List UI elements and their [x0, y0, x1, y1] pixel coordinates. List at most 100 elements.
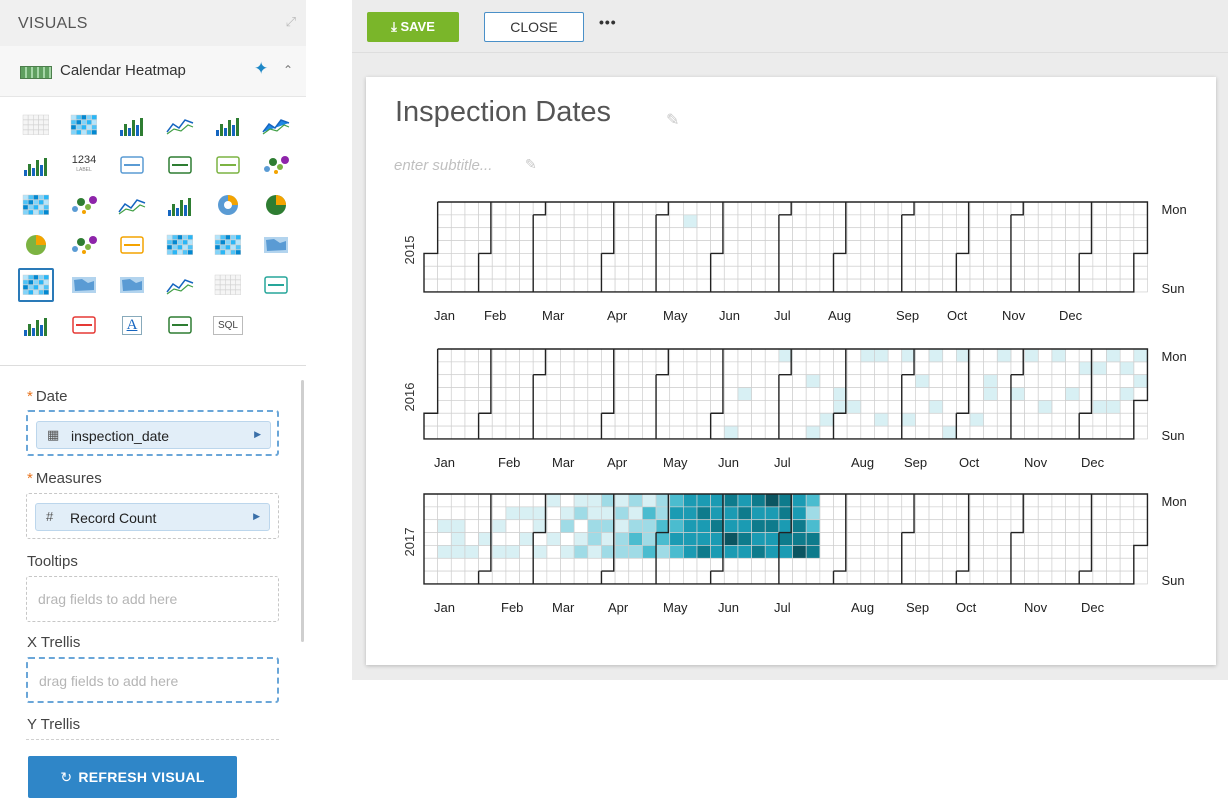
save-button[interactable]: ⤓ SAVE — [367, 12, 459, 42]
heat-cell-2017-w16-d0[interactable] — [642, 493, 657, 508]
heat-cell-2017-w27-d0[interactable] — [792, 493, 807, 508]
map-marker-icon[interactable] — [258, 228, 294, 262]
heat-cell-2017-w28-d4[interactable] — [805, 545, 821, 559]
close-button[interactable]: CLOSE — [484, 12, 584, 42]
refresh-visual-button[interactable]: ↻ REFRESH VISUAL — [28, 756, 237, 798]
heat-cell-2016-w38-d6[interactable] — [942, 425, 957, 440]
heat-cell-2017-w18-d4[interactable] — [669, 545, 684, 559]
heat-cell-2017-w24-d1[interactable] — [751, 506, 766, 521]
table-icon[interactable] — [18, 108, 54, 142]
heat-cell-2016-w52-d0[interactable] — [1133, 348, 1148, 363]
heat-cell-2017-w20-d2[interactable] — [696, 519, 711, 533]
heat-cell-2017-w14-d3[interactable] — [614, 532, 630, 546]
heat-cell-2017-w17-d4[interactable] — [655, 545, 671, 559]
measures-shelf[interactable]: # Record Count ▶ — [26, 493, 279, 539]
heat-cell-2017-w28-d0[interactable] — [805, 493, 821, 508]
heat-cell-2017-w19-d3[interactable] — [683, 532, 698, 546]
heat-cell-2017-w22-d0[interactable] — [723, 493, 739, 508]
donut-icon[interactable] — [210, 188, 246, 222]
heat-cell-2017-w23-d2[interactable] — [737, 519, 752, 533]
kpi-icon[interactable]: 1234 LABEL — [66, 148, 102, 182]
heat-cell-2016-w49-d4[interactable] — [1092, 400, 1107, 414]
heat-cell-2017-w7-d1[interactable] — [519, 506, 534, 521]
heat-cell-2016-w29-d5[interactable] — [819, 412, 834, 427]
packed-bubbles-icon[interactable] — [258, 148, 294, 182]
heat-cell-2016-w37-d4[interactable] — [928, 400, 944, 414]
interactive-map-icon[interactable] — [114, 268, 150, 302]
heat-cell-2017-w19-d0[interactable] — [683, 493, 698, 508]
heat-cell-2017-w14-d1[interactable] — [614, 506, 630, 521]
heat-cell-2017-w22-d3[interactable] — [723, 532, 739, 546]
heat-cell-2016-w46-d0[interactable] — [1051, 348, 1066, 363]
heat-cell-2017-w27-d4[interactable] — [792, 545, 807, 559]
heat-cell-2017-w1-d2[interactable] — [437, 519, 452, 533]
tooltips-shelf[interactable]: drag fields to add here — [26, 576, 279, 622]
heat-cell-2017-w16-d2[interactable] — [642, 519, 657, 533]
heat-cell-2015-w19-d1[interactable] — [683, 214, 698, 229]
edit-subtitle-icon[interactable]: ✎ — [525, 156, 537, 173]
heat-cell-2017-w16-d1[interactable] — [642, 506, 657, 521]
heat-cell-2017-w16-d3[interactable] — [642, 532, 657, 546]
edit-title-icon[interactable]: ✎ — [666, 110, 679, 130]
heat-cell-2016-w23-d3[interactable] — [737, 387, 752, 401]
heat-cell-2017-w22-d4[interactable] — [723, 545, 739, 559]
heat-cell-2017-w20-d1[interactable] — [696, 506, 711, 521]
gauge-icon[interactable] — [114, 148, 150, 182]
heat-cell-2016-w22-d6[interactable] — [723, 425, 739, 440]
heat-cell-2017-w3-d4[interactable] — [464, 545, 479, 559]
heat-cell-2017-w11-d3[interactable] — [573, 532, 589, 546]
heat-cell-2016-w40-d5[interactable] — [969, 412, 984, 427]
heat-cell-2017-w19-d1[interactable] — [683, 506, 698, 521]
heat-cell-2016-w52-d2[interactable] — [1133, 374, 1148, 388]
line-chart-icon[interactable] — [162, 108, 198, 142]
heat-cell-2017-w19-d4[interactable] — [683, 545, 698, 559]
heat-cell-2016-w43-d3[interactable] — [1010, 387, 1025, 401]
funnel-icon[interactable] — [114, 228, 150, 262]
network-icon[interactable] — [66, 228, 102, 262]
heat-cell-2017-w12-d3[interactable] — [587, 532, 602, 546]
sparklines-icon[interactable] — [162, 268, 198, 302]
heat-cell-2017-w25-d4[interactable] — [764, 545, 780, 559]
extension-icon[interactable] — [66, 308, 102, 342]
heat-cell-2017-w15-d1[interactable] — [628, 506, 643, 521]
heat-cell-2017-w2-d3[interactable] — [450, 532, 466, 546]
heat-cell-2017-w25-d0[interactable] — [764, 493, 780, 508]
explore-visuals-icon[interactable]: ✦ — [254, 59, 268, 79]
heat-cell-2017-w9-d0[interactable] — [546, 493, 561, 508]
heat-cell-2017-w20-d0[interactable] — [696, 493, 711, 508]
heat-cell-2017-w2-d2[interactable] — [450, 519, 466, 533]
heat-cell-2016-w51-d1[interactable] — [1119, 361, 1135, 376]
heat-cell-2017-w1-d4[interactable] — [437, 545, 452, 559]
heat-cell-2017-w7-d3[interactable] — [519, 532, 534, 546]
heat-cell-2017-w23-d0[interactable] — [737, 493, 752, 508]
heat-cell-2016-w33-d5[interactable] — [874, 412, 889, 427]
pie-icon[interactable] — [18, 228, 54, 262]
heat-cell-2017-w23-d1[interactable] — [737, 506, 752, 521]
heat-cell-2017-w26-d3[interactable] — [778, 532, 793, 546]
heat-cell-2017-w22-d1[interactable] — [723, 506, 739, 521]
sql-icon[interactable]: SQL — [210, 308, 246, 342]
heat-cell-2016-w32-d0[interactable] — [860, 348, 875, 363]
visual-title[interactable]: Inspection Dates — [395, 96, 611, 129]
chord-icon[interactable] — [258, 268, 294, 302]
y-trellis-shelf[interactable] — [26, 739, 279, 741]
scatter-icon[interactable] — [66, 188, 102, 222]
heat-cell-2017-w12-d4[interactable] — [587, 545, 602, 559]
heat-cell-2017-w11-d0[interactable] — [573, 493, 589, 508]
heat-cell-2016-w33-d0[interactable] — [874, 348, 889, 363]
combo-bar-line-icon[interactable] — [210, 108, 246, 142]
heat-cell-2017-w25-d2[interactable] — [764, 519, 780, 533]
measure-field-pill[interactable]: # Record Count ▶ — [35, 503, 270, 531]
heat-cell-2016-w47-d3[interactable] — [1065, 387, 1080, 401]
heat-cell-2017-w9-d3[interactable] — [546, 532, 561, 546]
heat-cell-2017-w6-d4[interactable] — [505, 545, 520, 559]
heat-cell-2017-w22-d2[interactable] — [723, 519, 739, 533]
heat-cell-2017-w28-d2[interactable] — [805, 519, 821, 533]
heat-cell-2017-w15-d4[interactable] — [628, 545, 643, 559]
heat-cell-2016-w31-d4[interactable] — [846, 400, 862, 414]
visual-type-selector[interactable]: Calendar Heatmap ✦ ⌃ — [0, 46, 306, 97]
expand-icon[interactable]: ⤢ — [286, 14, 296, 30]
heat-cell-2017-w11-d1[interactable] — [573, 506, 589, 521]
heat-cell-2016-w28-d6[interactable] — [805, 425, 821, 440]
more-options-icon[interactable]: ••• — [599, 14, 617, 30]
